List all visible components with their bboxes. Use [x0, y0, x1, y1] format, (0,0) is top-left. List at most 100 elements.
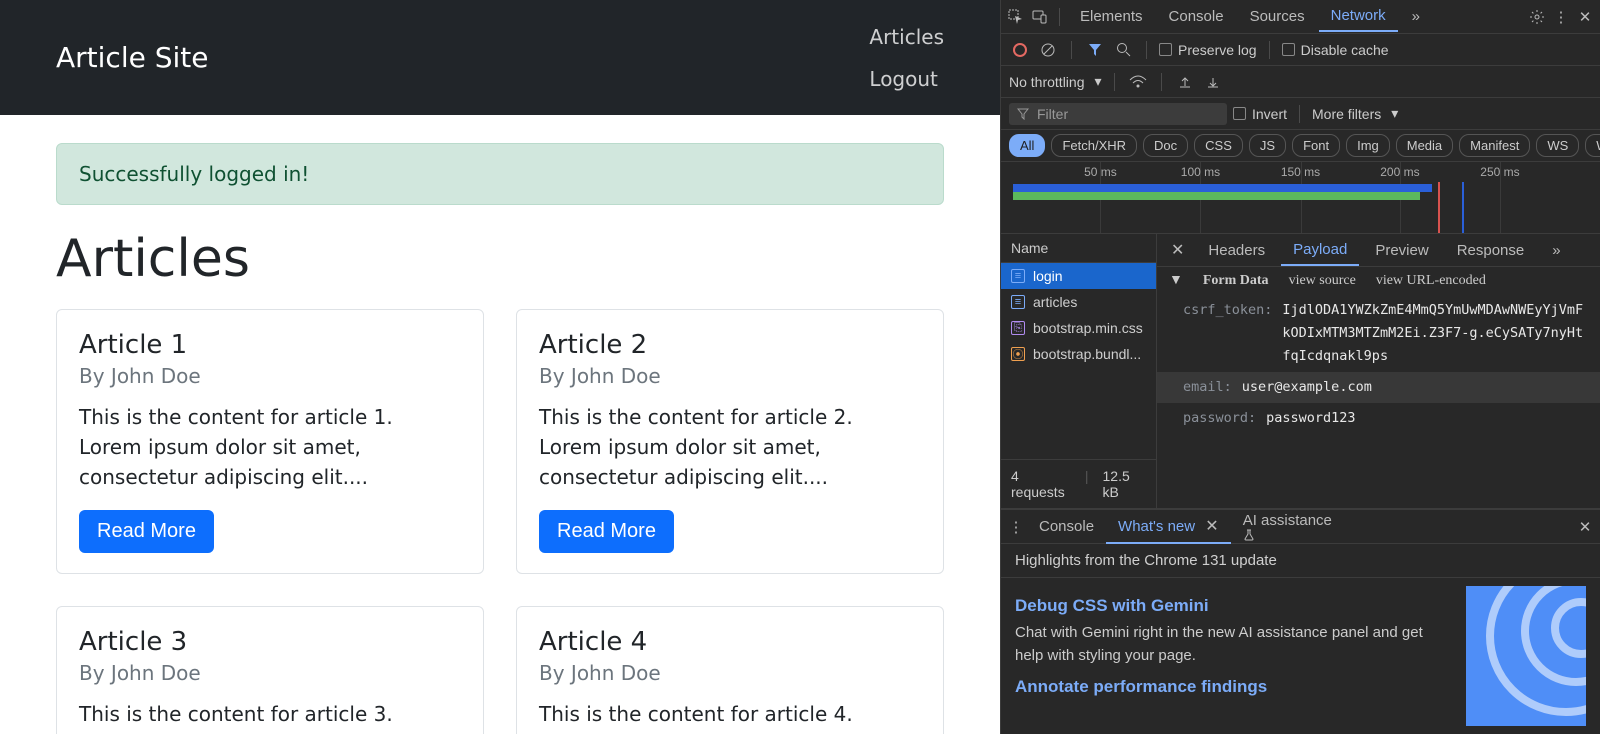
close-devtools-icon[interactable]: ✕: [1574, 6, 1596, 28]
separator: [1071, 41, 1072, 59]
more-filters-button[interactable]: More filters▾: [1312, 105, 1398, 122]
tab-console[interactable]: Console: [1157, 2, 1236, 31]
request-row-login[interactable]: ≡ login: [1001, 263, 1156, 289]
record-icon[interactable]: [1009, 39, 1031, 61]
separator: [1146, 41, 1147, 59]
invert-checkbox[interactable]: Invert: [1233, 106, 1287, 122]
type-filter-manifest[interactable]: Manifest: [1459, 134, 1530, 157]
article-title: Article 4: [539, 627, 921, 657]
disable-cache-checkbox[interactable]: Disable cache: [1282, 42, 1389, 58]
type-filter-row: All Fetch/XHR Doc CSS JS Font Img Media …: [1001, 130, 1600, 162]
request-list: Name ≡ login ≡ articles ⎘ bootstrap.min.…: [1001, 234, 1157, 508]
request-row-articles[interactable]: ≡ articles: [1001, 289, 1156, 315]
detail-tab-preview[interactable]: Preview: [1363, 236, 1440, 265]
navbar: Article Site Articles Logout: [0, 0, 1000, 115]
drawer-heading-gemini[interactable]: Debug CSS with Gemini: [1015, 596, 1448, 616]
nav-logout-link[interactable]: Logout: [869, 67, 937, 91]
type-filter-js[interactable]: JS: [1249, 134, 1286, 157]
separator: [1299, 105, 1300, 123]
request-name: bootstrap.min.css: [1033, 320, 1143, 336]
tab-elements[interactable]: Elements: [1068, 2, 1155, 31]
drawer-heading-annotate[interactable]: Annotate performance findings: [1015, 677, 1448, 697]
request-row-bootstrap-js[interactable]: ⦿ bootstrap.bundl...: [1001, 341, 1156, 367]
separator: [1269, 41, 1270, 59]
type-filter-css[interactable]: CSS: [1194, 134, 1243, 157]
type-filter-media[interactable]: Media: [1396, 134, 1453, 157]
funnel-icon: [1017, 108, 1029, 120]
separator: [1059, 8, 1060, 26]
article-title: Article 1: [79, 330, 461, 360]
timeline-tick: 50 ms: [1084, 165, 1117, 179]
article-byline: By John Doe: [539, 661, 921, 685]
detail-tab-headers[interactable]: Headers: [1196, 236, 1277, 265]
article-body: This is the content for article 1. Lorem…: [79, 402, 461, 492]
nav-articles-link[interactable]: Articles: [869, 25, 944, 49]
type-filter-font[interactable]: Font: [1292, 134, 1340, 157]
document-icon: ≡: [1011, 269, 1025, 283]
upload-har-icon[interactable]: [1174, 71, 1196, 93]
filter-placeholder: Filter: [1037, 106, 1068, 122]
inspect-element-icon[interactable]: [1005, 6, 1027, 28]
type-filter-doc[interactable]: Doc: [1143, 134, 1188, 157]
page-title: Articles: [56, 229, 944, 289]
drawer-tabs: ⋮ Console What's new ✕ AI assistance ✕: [1001, 510, 1600, 544]
article-body: This is the content for article 2. Lorem…: [539, 402, 921, 492]
preserve-log-checkbox[interactable]: Preserve log: [1159, 42, 1257, 58]
read-more-button[interactable]: Read More: [539, 510, 674, 553]
drawer-content: Debug CSS with Gemini Chat with Gemini r…: [1001, 578, 1600, 734]
close-tab-icon[interactable]: ✕: [1199, 518, 1218, 535]
detail-tab-more[interactable]: »: [1540, 236, 1572, 265]
view-url-encoded-link[interactable]: view URL-encoded: [1376, 273, 1486, 289]
article-card: Article 1 By John Doe This is the conten…: [56, 309, 484, 574]
network-toolbar: Preserve log Disable cache: [1001, 34, 1600, 66]
throttling-select[interactable]: No throttling ▾: [1009, 73, 1102, 90]
clear-icon[interactable]: [1037, 39, 1059, 61]
request-name: bootstrap.bundl...: [1033, 346, 1141, 362]
script-icon: ⦿: [1011, 347, 1025, 361]
article-site-page: Article Site Articles Logout Successfull…: [0, 0, 1000, 734]
tab-sources[interactable]: Sources: [1238, 2, 1317, 31]
tab-network[interactable]: Network: [1319, 1, 1398, 32]
request-row-bootstrap-css[interactable]: ⎘ bootstrap.min.css: [1001, 315, 1156, 341]
detail-tab-payload[interactable]: Payload: [1281, 235, 1359, 266]
site-brand[interactable]: Article Site: [56, 41, 208, 74]
drawer-tab-whatsnew[interactable]: What's new ✕: [1106, 510, 1231, 544]
close-detail-icon[interactable]: ✕: [1163, 240, 1192, 260]
article-body: This is the content for article 3. Lorem: [79, 699, 461, 734]
filter-toggle-icon[interactable]: [1084, 39, 1106, 61]
type-filter-wasm[interactable]: Wasm: [1585, 134, 1600, 157]
article-body: This is the content for article 4. Lorem: [539, 699, 921, 734]
success-alert: Successfully logged in!: [56, 143, 944, 205]
type-filter-all[interactable]: All: [1009, 134, 1045, 157]
article-grid: Article 1 By John Doe This is the conten…: [56, 309, 944, 734]
request-list-header[interactable]: Name: [1001, 234, 1156, 263]
download-har-icon[interactable]: [1202, 71, 1224, 93]
drawer-tab-ai[interactable]: AI assistance: [1231, 506, 1344, 547]
payload-key: csrf_token:: [1183, 299, 1272, 368]
filter-input[interactable]: Filter: [1009, 103, 1227, 125]
detail-tab-response[interactable]: Response: [1445, 236, 1537, 265]
search-icon[interactable]: [1112, 39, 1134, 61]
drawer-tab-console[interactable]: Console: [1027, 512, 1106, 541]
form-data-header[interactable]: ▼ Form Data view source view URL-encoded: [1157, 267, 1600, 295]
tab-more[interactable]: »: [1400, 2, 1432, 31]
wifi-icon[interactable]: [1127, 71, 1149, 93]
settings-gear-icon[interactable]: [1526, 6, 1548, 28]
close-drawer-icon[interactable]: ✕: [1574, 516, 1596, 538]
kebab-menu-icon[interactable]: ⋮: [1005, 516, 1027, 538]
view-source-link[interactable]: view source: [1289, 273, 1356, 289]
type-filter-img[interactable]: Img: [1346, 134, 1390, 157]
article-card: Article 2 By John Doe This is the conten…: [516, 309, 944, 574]
kebab-menu-icon[interactable]: ⋮: [1550, 6, 1572, 28]
type-filter-ws[interactable]: WS: [1536, 134, 1579, 157]
summary-transfer: 12.5 kB: [1103, 468, 1146, 500]
filter-row: Filter Invert More filters▾: [1001, 98, 1600, 130]
network-toolbar-2: No throttling ▾: [1001, 66, 1600, 98]
payload-row-email: email: user@example.com: [1157, 372, 1600, 403]
type-filter-fetchxhr[interactable]: Fetch/XHR: [1051, 134, 1137, 157]
network-timeline[interactable]: 50 ms 100 ms 150 ms 200 ms 250 ms: [1001, 162, 1600, 234]
read-more-button[interactable]: Read More: [79, 510, 214, 553]
article-title: Article 2: [539, 330, 921, 360]
disable-cache-label: Disable cache: [1301, 42, 1389, 58]
device-toggle-icon[interactable]: [1029, 6, 1051, 28]
